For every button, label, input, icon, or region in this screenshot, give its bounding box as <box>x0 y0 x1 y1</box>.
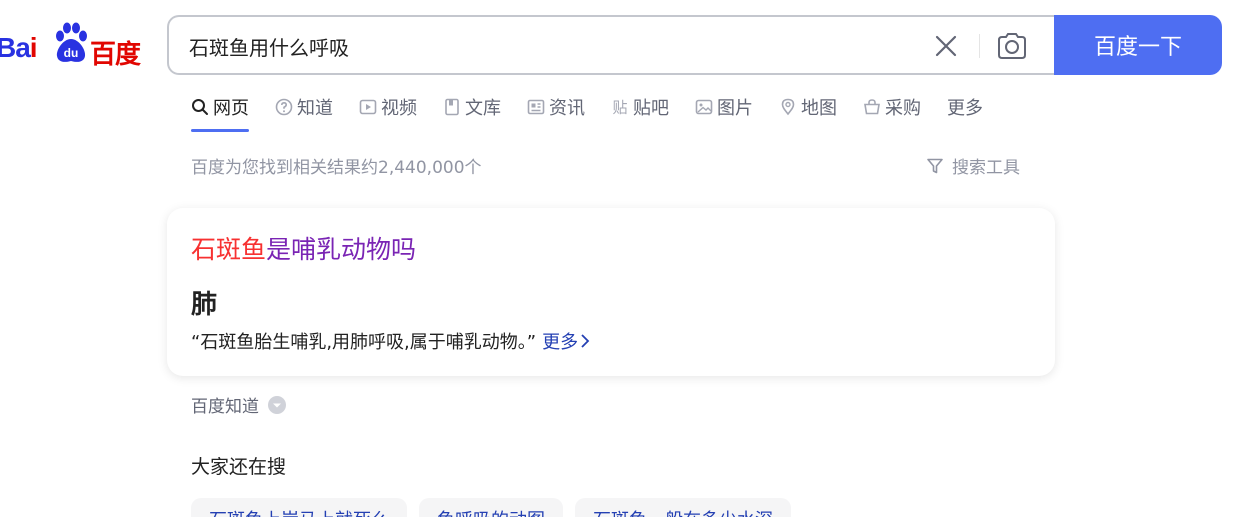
tab-more[interactable]: 更多 <box>947 94 983 134</box>
basket-icon <box>864 99 880 115</box>
tab-label: 地图 <box>801 98 837 119</box>
logo-text-ba: Ba <box>0 32 31 63</box>
tab-label: 更多 <box>947 98 983 119</box>
tab-video[interactable]: 视频 <box>359 94 417 134</box>
question-icon <box>275 98 293 116</box>
filter-icon <box>927 158 943 173</box>
answer-card: 石斑鱼是哺乳动物吗 肺 “石斑鱼胎生哺乳,用肺呼吸,属于哺乳动物。” 更多 <box>167 208 1055 376</box>
chevron-right-icon <box>581 334 590 348</box>
chevron-down-icon[interactable] <box>267 395 287 415</box>
svg-text:贴: 贴 <box>612 99 627 117</box>
tab-label: 网页 <box>213 98 249 119</box>
document-icon <box>445 98 459 116</box>
logo-text-i: i <box>29 32 38 63</box>
tab-label: 资讯 <box>549 98 585 119</box>
tab-web[interactable]: 网页 <box>191 94 249 134</box>
tab-label: 贴吧 <box>633 98 669 119</box>
search-divider <box>979 34 980 58</box>
result-count: 百度为您找到相关结果约2,440,000个 <box>191 158 482 178</box>
tab-zhidao[interactable]: 知道 <box>275 94 333 134</box>
paw-icon: du <box>56 22 87 62</box>
search-tools-label: 搜索工具 <box>952 158 1020 178</box>
answer-quote: “石斑鱼胎生哺乳,用肺呼吸,属于哺乳动物。” 更多 <box>191 328 590 354</box>
tab-map[interactable]: 地图 <box>779 94 837 134</box>
title-highlight: 石斑鱼 <box>191 235 267 264</box>
play-icon <box>359 99 377 115</box>
tab-label: 视频 <box>381 98 417 119</box>
also-search-title: 大家还在搜 <box>191 456 287 478</box>
tab-label: 文库 <box>465 98 501 119</box>
logo-text-cn: 百度 <box>90 40 141 70</box>
tab-wenku[interactable]: 文库 <box>443 94 501 134</box>
also-search-chip[interactable]: 石斑鱼一般在多少水深 <box>575 498 791 517</box>
search-icon <box>192 99 208 115</box>
tab-label: 采购 <box>885 98 921 119</box>
baidu-logo[interactable]: Bai du 百度 <box>0 20 148 72</box>
also-search-chip[interactable]: 石斑鱼上岸马上就死么 <box>191 498 407 517</box>
map-pin-icon <box>781 98 795 116</box>
logo-text-bai: Bai <box>0 32 38 64</box>
close-icon[interactable] <box>932 32 960 60</box>
answer-text: 肺 <box>191 290 218 320</box>
source-name: 百度知道 <box>191 397 259 417</box>
search-tabs: 网页 知道 视频 文库 资讯 贴 贴吧 图片 地图 采购 更多 <box>191 94 1009 134</box>
tab-tieba[interactable]: 贴 贴吧 <box>611 94 669 134</box>
search-box <box>167 15 1055 75</box>
also-search-chip[interactable]: 鱼呼吸的动图 <box>419 498 563 517</box>
title-rest: 是哺乳动物吗 <box>266 235 417 264</box>
image-icon <box>695 99 713 115</box>
tab-news[interactable]: 资讯 <box>527 94 585 134</box>
also-search-list: 石斑鱼上岸马上就死么 鱼呼吸的动图 石斑鱼一般在多少水深 <box>191 498 803 517</box>
search-tools-button[interactable]: 搜索工具 <box>926 153 1020 178</box>
logo-paw-text: du <box>64 46 79 60</box>
quote-text: “石斑鱼胎生哺乳,用肺呼吸,属于哺乳动物。” <box>191 332 537 353</box>
tab-label: 图片 <box>717 98 753 119</box>
more-link[interactable]: 更多 <box>542 328 590 354</box>
tieba-icon: 贴 <box>612 99 627 117</box>
tab-images[interactable]: 图片 <box>695 94 753 134</box>
news-icon <box>527 99 545 115</box>
more-label: 更多 <box>542 332 579 353</box>
tab-purchase[interactable]: 采购 <box>863 94 921 134</box>
search-input[interactable] <box>189 31 929 61</box>
camera-icon[interactable] <box>995 30 1029 62</box>
answer-card-title[interactable]: 石斑鱼是哺乳动物吗 <box>191 230 416 266</box>
source-label[interactable]: 百度知道 <box>191 392 287 417</box>
tab-label: 知道 <box>297 98 333 119</box>
search-button[interactable]: 百度一下 <box>1054 15 1222 75</box>
